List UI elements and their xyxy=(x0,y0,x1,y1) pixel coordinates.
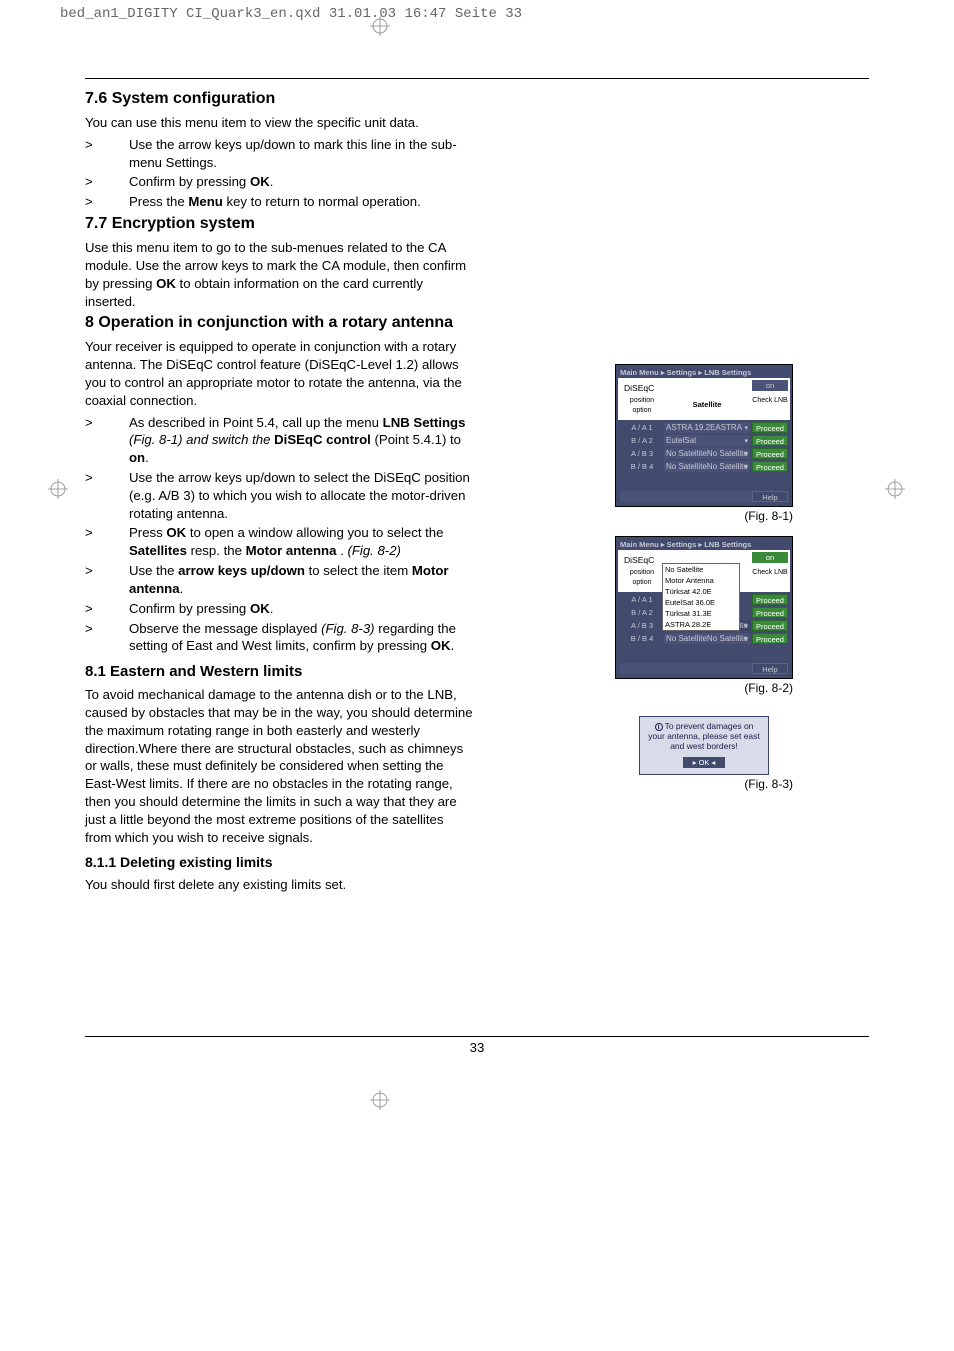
li-8-6: Observe the message displayed (Fig. 8-3)… xyxy=(129,620,473,656)
list-marker: > xyxy=(85,136,129,172)
fig2-breadcrumb: Main Menu ▸ Settings ▸ LNB Settings xyxy=(618,539,790,550)
body-text-column: 7.6 System configuration You can use thi… xyxy=(85,86,485,898)
fig1-hd-lnb: Check LNB xyxy=(752,394,788,418)
heading-7-6: 7.6 System configuration xyxy=(85,90,473,108)
fig1-caption: (Fig. 8-1) xyxy=(615,509,793,523)
heading-7-7: 7.7 Encryption system xyxy=(85,215,473,233)
heading-8-1-1: 8.1.1 Deleting existing limits xyxy=(85,854,473,870)
fig1-hd-position: position option xyxy=(620,394,664,418)
fig2-hd-lnb: Check LNB xyxy=(752,566,788,590)
para-7-7: Use this menu item to go to the sub-menu… xyxy=(85,239,473,310)
list-marker: > xyxy=(85,469,129,522)
fig2-diseqc-label: DiSEqC xyxy=(620,552,664,566)
list-marker: > xyxy=(85,600,129,618)
fig2-hd-position: position option xyxy=(620,566,664,590)
crop-mark-bottom xyxy=(370,1090,390,1110)
li-7-6-1: Use the arrow keys up/down to mark this … xyxy=(129,136,473,172)
crop-header-line: bed_an1_DIGITY CI_Quark3_en.qxd 31.01.03… xyxy=(60,6,522,22)
fig2-help: Help xyxy=(752,663,788,674)
fig1-diseqc-on: on xyxy=(752,380,788,391)
li-8-4: Use the arrow keys up/down to select the… xyxy=(129,562,473,598)
list-marker: > xyxy=(85,193,129,211)
li-8-5: Confirm by pressing OK. xyxy=(129,600,473,618)
list-marker: > xyxy=(85,620,129,656)
figure-8-2: Main Menu ▸ Settings ▸ LNB Settings DiSE… xyxy=(615,536,793,695)
fig1-diseqc-label: DiSEqC xyxy=(620,380,664,394)
para-8-1: To avoid mechanical damage to the antenn… xyxy=(85,686,473,846)
fig2-diseqc-on: on xyxy=(752,552,788,563)
li-8-3: Press OK to open a window allowing you t… xyxy=(129,524,473,560)
heading-8-1: 8.1 Eastern and Western limits xyxy=(85,663,473,680)
para-8-1-1: You should first delete any existing lim… xyxy=(85,876,473,894)
li-8-2: Use the arrow keys up/down to select the… xyxy=(129,469,473,522)
heading-8: 8 Operation in conjunction with a rotary… xyxy=(85,314,473,332)
list-marker: > xyxy=(85,562,129,598)
para-8-intro: Your receiver is equipped to operate in … xyxy=(85,338,473,409)
fig2-caption: (Fig. 8-2) xyxy=(615,681,793,695)
fig1-hd-satellite: Satellite xyxy=(664,394,750,418)
crop-mark-left xyxy=(48,479,68,499)
list-marker: > xyxy=(85,414,129,467)
li-7-6-2: Confirm by pressing OK. xyxy=(129,173,473,191)
figure-8-1: Main Menu ▸ Settings ▸ LNB Settings DiSE… xyxy=(615,364,793,523)
fig2-satellite-dropdown: No Satellite Motor Antenna Türksat 42.0E… xyxy=(662,563,740,631)
crop-mark-right xyxy=(885,479,905,499)
fig3-message: iTo prevent damages on your antenna, ple… xyxy=(646,721,762,751)
page-number: 33 xyxy=(0,1040,954,1055)
rule-bottom xyxy=(85,1036,869,1037)
figure-8-3: iTo prevent damages on your antenna, ple… xyxy=(615,716,793,791)
fig3-ok-button: ▸ OK ◂ xyxy=(683,757,726,768)
li-7-6-3: Press the Menu key to return to normal o… xyxy=(129,193,473,211)
fig1-help: Help xyxy=(752,491,788,502)
crop-mark-top xyxy=(370,16,390,36)
list-marker: > xyxy=(85,524,129,560)
rule-top xyxy=(85,78,869,79)
li-8-1: As described in Point 5.4, call up the m… xyxy=(129,414,473,467)
fig1-breadcrumb: Main Menu ▸ Settings ▸ LNB Settings xyxy=(618,367,790,378)
fig3-caption: (Fig. 8-3) xyxy=(615,777,793,791)
para-7-6-intro: You can use this menu item to view the s… xyxy=(85,114,473,132)
list-marker: > xyxy=(85,173,129,191)
